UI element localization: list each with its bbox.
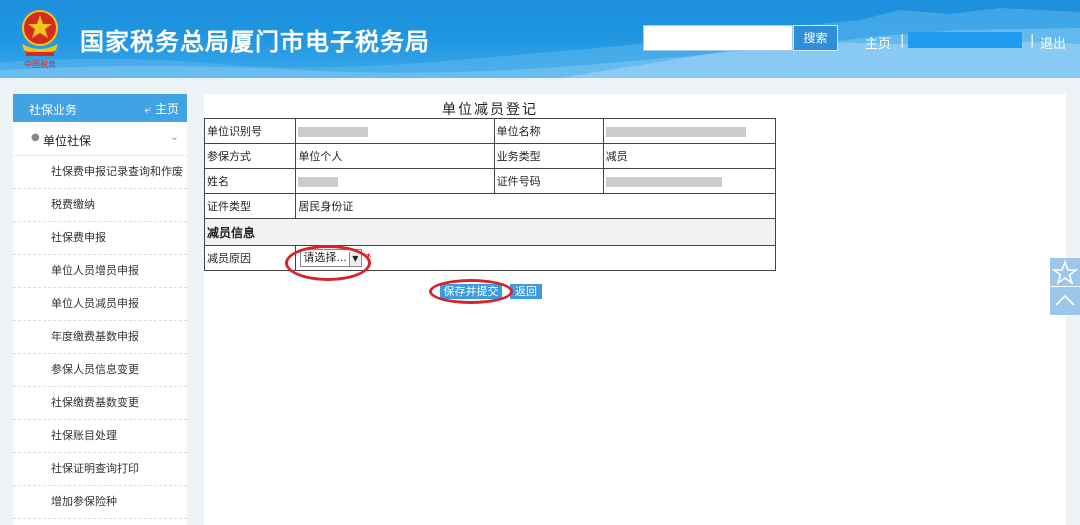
sidebar-item-staff-reduce[interactable]: 单位人员减员申报: [13, 288, 187, 321]
table-row: 参保方式 单位个人 业务类型 减员: [203, 143, 777, 169]
back-to-top-button[interactable]: [1050, 287, 1080, 315]
sidebar-group-label: 单位社保: [43, 134, 92, 148]
sidebar-title: 社保业务: [29, 103, 78, 117]
sidebar-item-info-change[interactable]: 参保人员信息变更: [13, 354, 187, 387]
table-row: 单位识别号 单位名称: [203, 118, 777, 144]
site-title: 国家税务总局厦门市电子税务局: [80, 28, 430, 56]
header-separator: |: [900, 33, 905, 48]
redacted-value: [298, 176, 339, 187]
field-value: 减员: [602, 143, 777, 169]
field-value: 单位个人: [295, 143, 495, 169]
site-header: 中国税务 国家税务总局厦门市电子税务局 搜索 主页 | | 退出: [0, 0, 1080, 78]
field-value: 居民身份证: [295, 193, 776, 219]
sidebar-item-tax-payment[interactable]: 税费缴纳: [13, 189, 187, 222]
sidebar-item-record-query[interactable]: 社保费申报记录查询和作废: [13, 156, 187, 189]
field-label: 单位名称: [493, 118, 604, 144]
table-row: 姓名 证件号码: [203, 168, 777, 194]
bullet-icon: ●: [31, 132, 40, 143]
sidebar-item-annual-base[interactable]: 年度缴费基数申报: [13, 321, 187, 354]
main-content: 单位减员登记 单位识别号 单位名称 参保方式 单位个人 业务类型 减员 姓名 证…: [203, 94, 1066, 525]
field-label: 姓名: [203, 168, 297, 194]
home-link[interactable]: 主页: [865, 33, 891, 52]
section-header-row: 减员信息: [204, 218, 776, 246]
national-emblem-icon: 中国税务: [22, 10, 58, 69]
section-title: 减员信息: [204, 218, 776, 246]
chevron-up-icon: [1055, 294, 1075, 306]
field-label: 参保方式: [203, 143, 297, 169]
svg-text:中国税务: 中国税务: [24, 59, 56, 69]
chevron-down-icon: ⌄: [169, 130, 179, 143]
search-input[interactable]: [643, 25, 793, 51]
sidebar-item-certificate-print[interactable]: 社保证明查询打印: [13, 453, 187, 486]
search-button[interactable]: 搜索: [793, 25, 838, 51]
back-arrow-icon: ⤶: [144, 102, 152, 116]
field-label: 减员原因: [203, 245, 297, 271]
highlight-circle-select: [285, 245, 371, 281]
sidebar-item-staff-add[interactable]: 单位人员增员申报: [13, 255, 187, 288]
sidebar-item-add-insurance[interactable]: 增加参保险种: [13, 486, 187, 519]
sidebar: 社保业务 ⤶ 主页 ● 单位社保 ⌄ 社保费申报记录查询和作废 税费缴纳 社保费…: [13, 94, 187, 525]
redacted-value: [298, 126, 369, 137]
sidebar-group-unit-social[interactable]: ● 单位社保 ⌄: [13, 122, 187, 156]
field-label: 业务类型: [493, 143, 604, 169]
form-title: 单位减员登记: [442, 102, 538, 118]
field-label: 单位识别号: [203, 118, 297, 144]
field-value: [295, 168, 495, 194]
logout-link[interactable]: 退出: [1040, 33, 1066, 52]
field-value: [602, 118, 777, 144]
favorite-button[interactable]: [1050, 258, 1080, 286]
field-label: 证件类型: [203, 193, 297, 219]
field-value: [602, 168, 777, 194]
sidebar-item-accounts[interactable]: 社保账目处理: [13, 420, 187, 453]
redacted-value: [605, 126, 746, 137]
registration-form-table: 单位识别号 单位名称 参保方式 单位个人 业务类型 减员 姓名 证件号码 证件类…: [203, 118, 777, 271]
username-redacted: [908, 32, 1022, 48]
table-row: 证件类型 居民身份证: [203, 193, 776, 219]
field-label: 证件号码: [493, 168, 604, 194]
sidebar-home-label: 主页: [154, 102, 179, 116]
header-separator: |: [1030, 33, 1035, 48]
redacted-value: [605, 176, 722, 187]
sidebar-item-social-declare[interactable]: 社保费申报: [13, 222, 187, 255]
star-icon: [1051, 259, 1079, 286]
sidebar-home-link[interactable]: ⤶ 主页: [144, 100, 179, 117]
sidebar-item-base-change[interactable]: 社保缴费基数变更: [13, 387, 187, 420]
highlight-circle-submit: [429, 279, 513, 304]
back-button[interactable]: 返回: [510, 284, 542, 299]
field-value: [295, 118, 495, 144]
sidebar-header: 社保业务 ⤶ 主页: [13, 94, 187, 122]
